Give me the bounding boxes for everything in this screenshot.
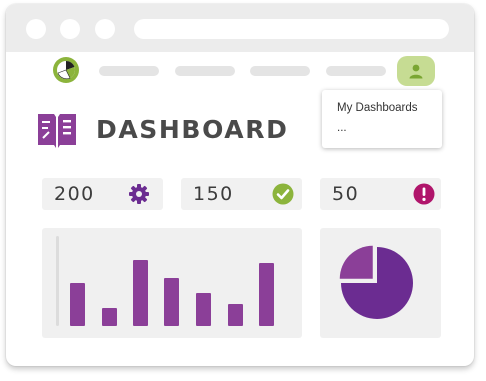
nav-item[interactable] xyxy=(175,66,235,76)
page-title: DASHBOARD xyxy=(96,115,289,144)
window-control-dot[interactable] xyxy=(26,19,46,39)
bar xyxy=(228,304,243,326)
stat-card-alert: 50 xyxy=(320,178,441,210)
address-bar[interactable] xyxy=(134,19,449,39)
user-dropdown-menu: My Dashboards ... xyxy=(322,90,442,148)
bar xyxy=(196,293,211,326)
nav-item[interactable] xyxy=(326,66,386,76)
stat-card-settings: 200 xyxy=(42,178,163,210)
bar xyxy=(102,308,117,326)
bar-chart-panel xyxy=(42,228,302,338)
bar xyxy=(133,260,148,326)
pie-chart xyxy=(339,245,413,319)
window-control-dot[interactable] xyxy=(95,19,115,39)
bar xyxy=(259,263,274,326)
pie-slice xyxy=(339,245,373,279)
stat-value: 150 xyxy=(193,183,234,205)
app-logo-icon[interactable] xyxy=(52,56,80,84)
window-control-dot[interactable] xyxy=(60,19,80,39)
alert-circle-icon xyxy=(413,183,435,205)
stat-value: 200 xyxy=(54,183,95,205)
dashboard-book-icon xyxy=(38,114,76,148)
menu-item-more[interactable]: ... xyxy=(337,122,347,134)
bar xyxy=(164,278,179,326)
user-menu-button[interactable] xyxy=(397,56,435,86)
nav-item[interactable] xyxy=(99,66,159,76)
nav-item[interactable] xyxy=(250,66,310,76)
chart-axis xyxy=(56,236,59,326)
menu-item-my-dashboards[interactable]: My Dashboards xyxy=(337,102,418,114)
gear-icon xyxy=(129,184,149,204)
check-circle-icon xyxy=(272,183,294,205)
bar xyxy=(70,283,85,326)
pie-chart-panel xyxy=(320,228,441,338)
stat-value: 50 xyxy=(332,183,360,205)
user-icon xyxy=(409,64,423,79)
window-titlebar xyxy=(6,4,474,52)
stat-card-success: 150 xyxy=(181,178,302,210)
